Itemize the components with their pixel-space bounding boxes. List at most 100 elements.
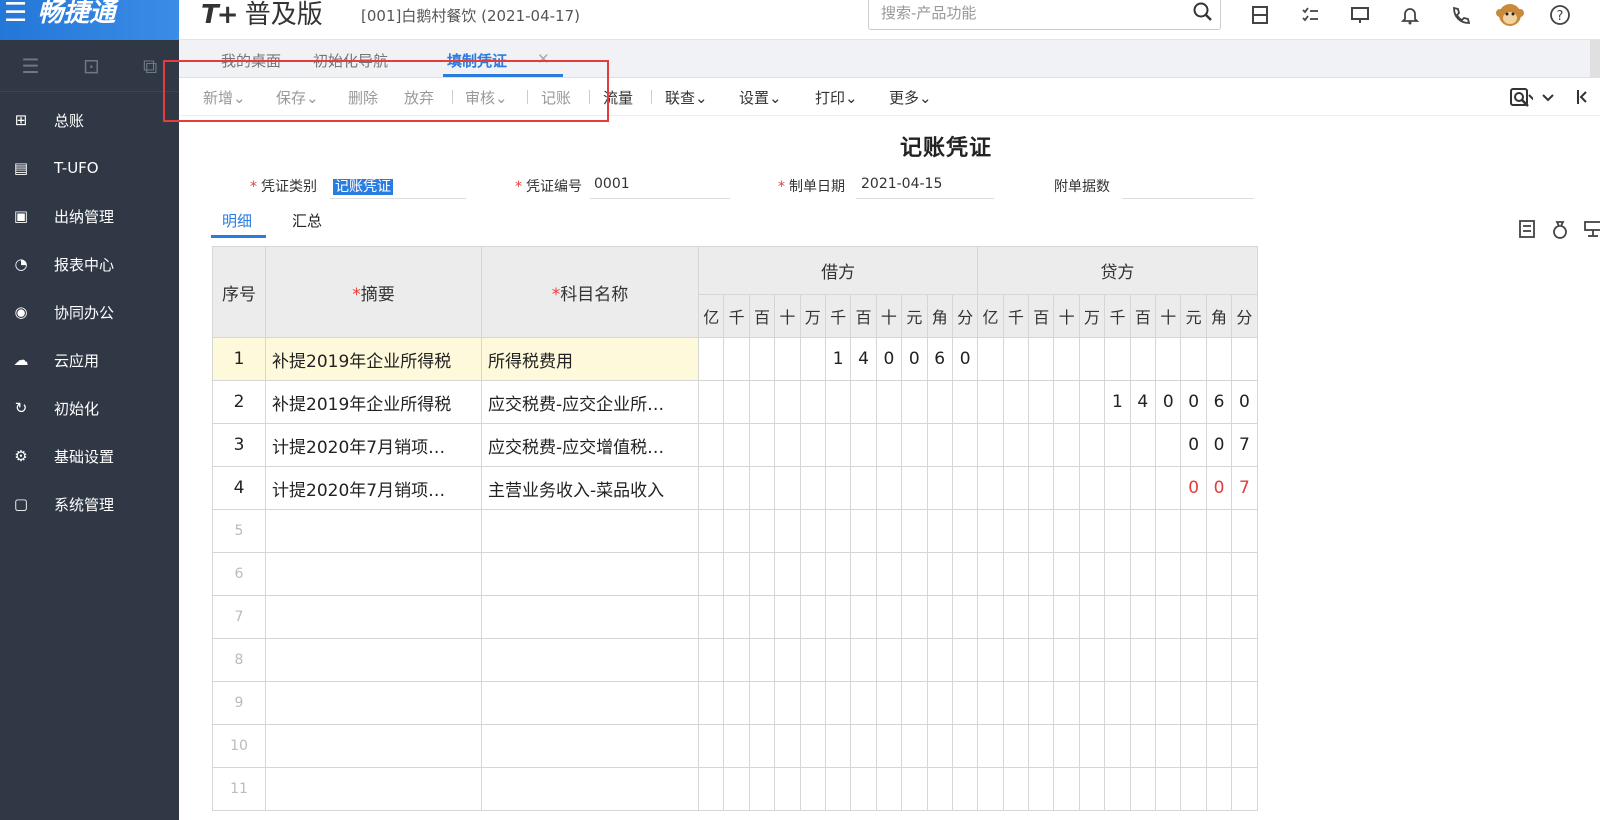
debit-digit-cell[interactable] <box>697 337 725 381</box>
empty-cell[interactable] <box>799 681 826 725</box>
empty-cell[interactable] <box>977 595 1004 639</box>
sidebar-item[interactable]: ▣ 出纳管理 <box>0 192 179 240</box>
empty-cell[interactable] <box>1155 552 1182 596</box>
debit-digit-cell[interactable] <box>748 466 776 510</box>
empty-cell[interactable] <box>824 595 852 639</box>
empty-cell[interactable] <box>1078 509 1106 553</box>
voucher-date-field[interactable]: 2021-04-15 <box>861 176 942 192</box>
table-row[interactable]: 8 <box>212 638 1258 682</box>
find-voucher-icon[interactable] <box>1509 87 1538 113</box>
empty-cell[interactable] <box>265 509 482 553</box>
sidebar-item[interactable]: ◔ 报表中心 <box>0 240 179 288</box>
credit-digit-cell[interactable]: 0 <box>1205 423 1233 467</box>
empty-cell[interactable] <box>1231 767 1258 811</box>
debit-digit-cell[interactable] <box>875 380 903 424</box>
settings-button[interactable]: 设置⌄ <box>739 87 782 108</box>
debit-digit-cell[interactable] <box>850 423 877 467</box>
empty-cell[interactable] <box>1129 638 1157 682</box>
table-row[interactable]: 5 <box>212 509 1258 553</box>
help-icon[interactable]: ? <box>1535 0 1585 30</box>
table-row[interactable]: 9 <box>212 681 1258 725</box>
empty-cell[interactable] <box>824 509 852 553</box>
empty-cell[interactable] <box>951 724 979 768</box>
more-button[interactable]: 更多⌄ <box>889 87 932 108</box>
table-row[interactable]: 1 补提2019年企业所得税 所得税费用 1 4 0 0 6 0 <box>212 337 1258 381</box>
empty-cell[interactable] <box>901 724 928 768</box>
debit-digit-cell[interactable] <box>748 380 776 424</box>
empty-cell[interactable] <box>901 681 928 725</box>
tab-summary[interactable]: 汇总 <box>292 210 322 231</box>
empty-cell[interactable] <box>824 724 852 768</box>
empty-cell[interactable] <box>824 638 852 682</box>
empty-cell[interactable] <box>265 681 482 725</box>
account-cell[interactable]: 所得税费用 <box>481 337 699 381</box>
empty-cell[interactable] <box>1129 681 1157 725</box>
empty-cell[interactable] <box>1180 724 1207 768</box>
empty-cell[interactable] <box>265 767 482 811</box>
empty-cell[interactable] <box>1231 681 1258 725</box>
empty-cell[interactable] <box>799 509 826 553</box>
empty-cell[interactable] <box>1129 509 1157 553</box>
query-button[interactable]: 联查⌄ <box>665 87 708 108</box>
bell-icon[interactable] <box>1385 0 1435 30</box>
empty-cell[interactable] <box>1078 681 1106 725</box>
empty-cell[interactable] <box>951 767 979 811</box>
empty-cell[interactable] <box>850 595 877 639</box>
empty-cell[interactable] <box>926 509 953 553</box>
empty-cell[interactable] <box>1155 509 1182 553</box>
empty-cell[interactable] <box>1028 681 1055 725</box>
table-row[interactable]: 4 计提2020年7月销项… 主营业务收入-菜品收入 0 0 7 <box>212 466 1258 510</box>
debit-digit-cell[interactable] <box>748 423 776 467</box>
credit-digit-cell[interactable]: 0 <box>1205 466 1233 510</box>
empty-cell[interactable] <box>723 681 750 725</box>
empty-cell[interactable] <box>850 724 877 768</box>
collapse-panel-icon[interactable] <box>1575 87 1589 111</box>
credit-digit-cell[interactable] <box>1002 337 1030 381</box>
empty-cell[interactable] <box>850 509 877 553</box>
empty-cell[interactable] <box>1155 595 1182 639</box>
table-row[interactable]: 10 <box>212 724 1258 768</box>
credit-digit-cell[interactable]: 4 <box>1129 380 1157 424</box>
empty-cell[interactable] <box>723 552 750 596</box>
empty-cell[interactable] <box>1002 767 1030 811</box>
empty-cell[interactable] <box>1028 767 1055 811</box>
credit-digit-cell[interactable] <box>1155 337 1182 381</box>
empty-cell[interactable] <box>977 638 1004 682</box>
empty-cell[interactable] <box>951 681 979 725</box>
empty-cell[interactable] <box>1231 552 1258 596</box>
debit-digit-cell[interactable] <box>799 423 826 467</box>
empty-cell[interactable] <box>1155 767 1182 811</box>
debit-digit-cell[interactable] <box>697 423 725 467</box>
credit-digit-cell[interactable] <box>1129 466 1157 510</box>
sidebar-item[interactable]: ⊞ 总账 <box>0 96 179 144</box>
empty-cell[interactable] <box>799 595 826 639</box>
credit-digit-cell[interactable] <box>977 466 1004 510</box>
insert-row-icon[interactable] <box>1510 218 1543 240</box>
empty-cell[interactable] <box>265 638 482 682</box>
empty-cell[interactable] <box>1205 638 1233 682</box>
empty-cell[interactable] <box>1231 595 1258 639</box>
debit-digit-cell[interactable] <box>951 466 979 510</box>
credit-digit-cell[interactable] <box>1104 466 1131 510</box>
empty-cell[interactable] <box>1104 724 1131 768</box>
empty-cell[interactable] <box>697 638 725 682</box>
empty-cell[interactable] <box>901 767 928 811</box>
sidebar-item[interactable]: ⚙ 基础设置 <box>0 432 179 480</box>
credit-digit-cell[interactable] <box>977 380 1004 424</box>
empty-cell[interactable] <box>901 638 928 682</box>
empty-cell[interactable] <box>1078 552 1106 596</box>
debit-digit-cell[interactable] <box>748 337 776 381</box>
empty-cell[interactable] <box>748 724 776 768</box>
empty-cell[interactable] <box>697 552 725 596</box>
empty-cell[interactable] <box>1205 724 1233 768</box>
credit-digit-cell[interactable] <box>1053 423 1080 467</box>
empty-cell[interactable] <box>901 595 928 639</box>
credit-digit-cell[interactable] <box>1078 380 1106 424</box>
credit-digit-cell[interactable] <box>1078 337 1106 381</box>
empty-cell[interactable] <box>1053 509 1080 553</box>
debit-digit-cell[interactable] <box>951 423 979 467</box>
empty-cell[interactable] <box>1205 552 1233 596</box>
credit-digit-cell[interactable] <box>1104 337 1131 381</box>
empty-cell[interactable] <box>723 509 750 553</box>
empty-cell[interactable] <box>824 552 852 596</box>
